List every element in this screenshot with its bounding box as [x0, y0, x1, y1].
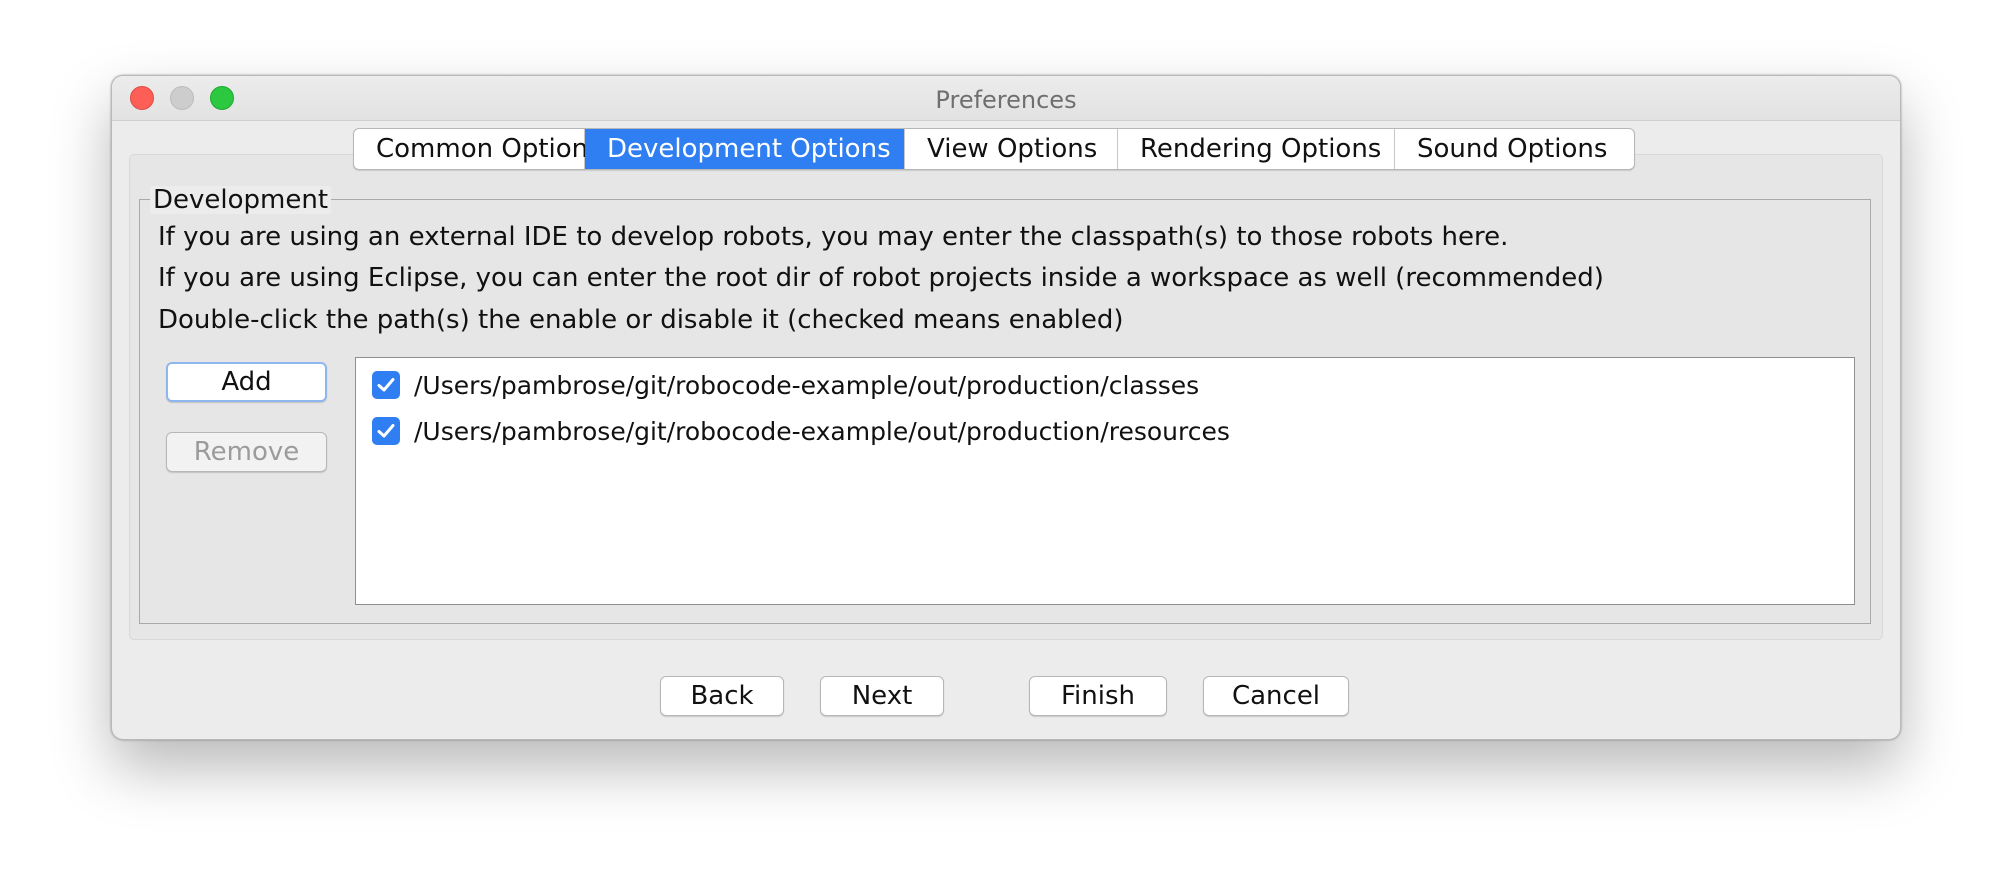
tab-sound-options[interactable]: Sound Options — [1395, 129, 1634, 169]
next-button[interactable]: Next — [820, 676, 944, 716]
development-group: Development If you are using an external… — [139, 186, 1871, 624]
window-title: Preferences — [935, 86, 1077, 114]
info-text-external-ide: If you are using an external IDE to deve… — [158, 222, 1509, 252]
remove-path-button[interactable]: Remove — [166, 432, 327, 472]
back-button[interactable]: Back — [660, 676, 784, 716]
list-item[interactable]: /Users/pambrose/git/robocode-example/out… — [372, 368, 1199, 402]
tab-rendering-options[interactable]: Rendering Options — [1118, 129, 1395, 169]
path-label: /Users/pambrose/git/robocode-example/out… — [414, 370, 1200, 400]
tab-view-options[interactable]: View Options — [905, 129, 1118, 169]
tab-development-options[interactable]: Development Options — [585, 129, 905, 169]
cancel-button[interactable]: Cancel — [1203, 676, 1349, 716]
checkbox-checked-icon[interactable] — [372, 417, 400, 445]
classpath-list[interactable]: /Users/pambrose/git/robocode-example/out… — [355, 357, 1855, 605]
path-label: /Users/pambrose/git/robocode-example/out… — [414, 416, 1230, 446]
add-path-button[interactable]: Add — [166, 362, 327, 402]
info-text-double-click: Double-click the path(s) the enable or d… — [158, 305, 1124, 335]
checkbox-checked-icon[interactable] — [372, 371, 400, 399]
tab-bar: Common Options Development Options View … — [353, 128, 1635, 170]
list-item[interactable]: /Users/pambrose/git/robocode-example/out… — [372, 414, 1230, 448]
preferences-window: Preferences Common Options Development O… — [111, 75, 1901, 740]
info-text-eclipse: If you are using Eclipse, you can enter … — [158, 263, 1604, 293]
title-bar: Preferences — [112, 76, 1900, 121]
group-title: Development — [150, 186, 332, 214]
tab-common-options[interactable]: Common Options — [354, 129, 602, 169]
finish-button[interactable]: Finish — [1029, 676, 1167, 716]
